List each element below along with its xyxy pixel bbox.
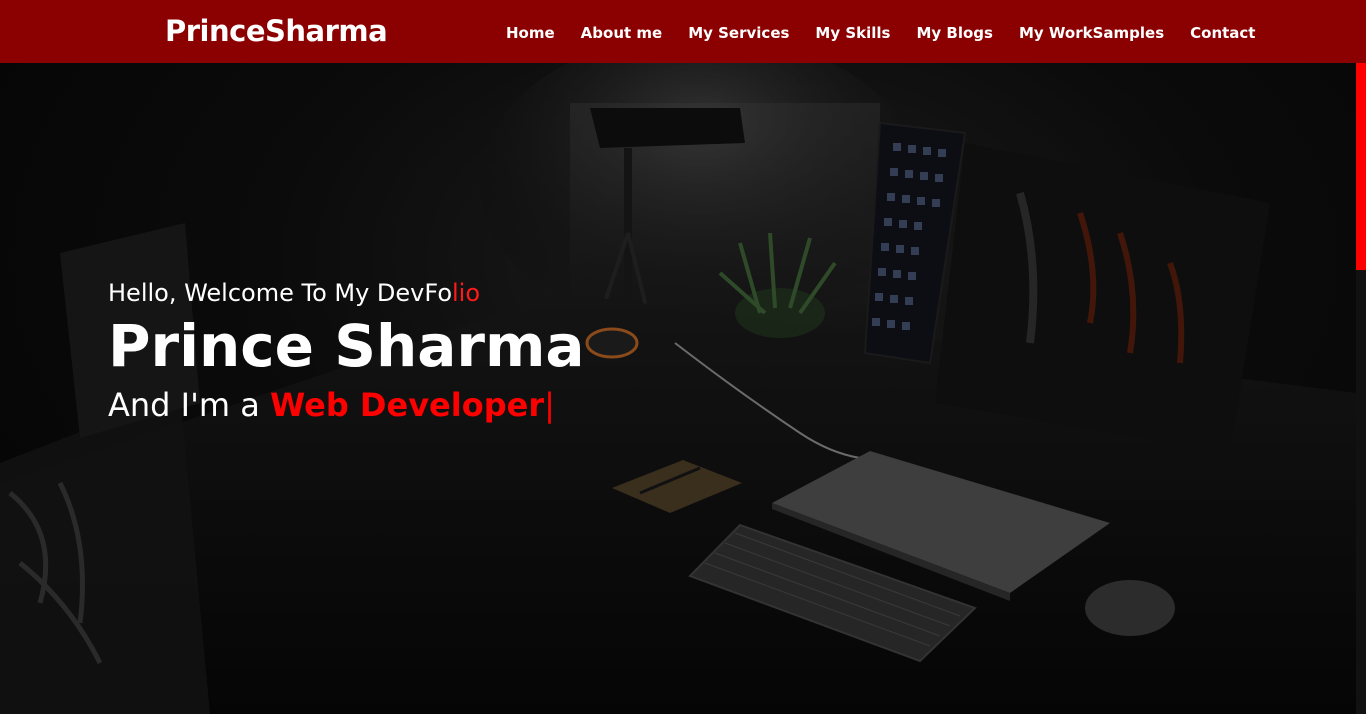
hero-tagline: And I'm a Web Developer| <box>108 383 585 427</box>
navbar: PrinceSharma Home About me My Services M… <box>0 0 1366 63</box>
tagline-prefix: And I'm a <box>108 386 271 424</box>
hero-intro: Hello, Welcome To My DevFolio Prince Sha… <box>108 278 585 427</box>
hero-section: Hello, Welcome To My DevFolio Prince Sha… <box>0 63 1356 714</box>
welcome-greeting: Hello, Welcome To My DevFolio <box>108 278 585 308</box>
nav-item-skills: My Skills <box>815 23 890 42</box>
greeting-text: Hello, Welcome To My DevFo <box>108 279 453 307</box>
page-scrollbar[interactable] <box>1356 63 1366 714</box>
nav-item-home: Home <box>506 23 555 42</box>
greeting-accent: lio <box>452 279 481 307</box>
nav-link-contact[interactable]: Contact <box>1190 24 1255 42</box>
nav-item-services: My Services <box>688 23 789 42</box>
scrollbar-thumb[interactable] <box>1356 63 1366 270</box>
nav-link-home[interactable]: Home <box>506 24 555 42</box>
typing-cursor: | <box>544 386 555 424</box>
nav-link-about[interactable]: About me <box>581 24 663 42</box>
nav-link-services[interactable]: My Services <box>688 24 789 42</box>
nav-item-contact: Contact <box>1190 23 1255 42</box>
nav-item-blogs: My Blogs <box>916 23 992 42</box>
nav-link-worksamples[interactable]: My WorkSamples <box>1019 24 1164 42</box>
nav-item-about: About me <box>581 23 663 42</box>
typed-role: Web Developer <box>270 386 545 424</box>
brand-logo[interactable]: PrinceSharma <box>165 14 388 48</box>
nav-menu: Home About me My Services My Skills My B… <box>506 23 1281 42</box>
nav-link-skills[interactable]: My Skills <box>815 24 890 42</box>
nav-link-blogs[interactable]: My Blogs <box>916 24 992 42</box>
nav-item-worksamples: My WorkSamples <box>1019 23 1164 42</box>
hero-name: Prince Sharma <box>108 312 585 380</box>
